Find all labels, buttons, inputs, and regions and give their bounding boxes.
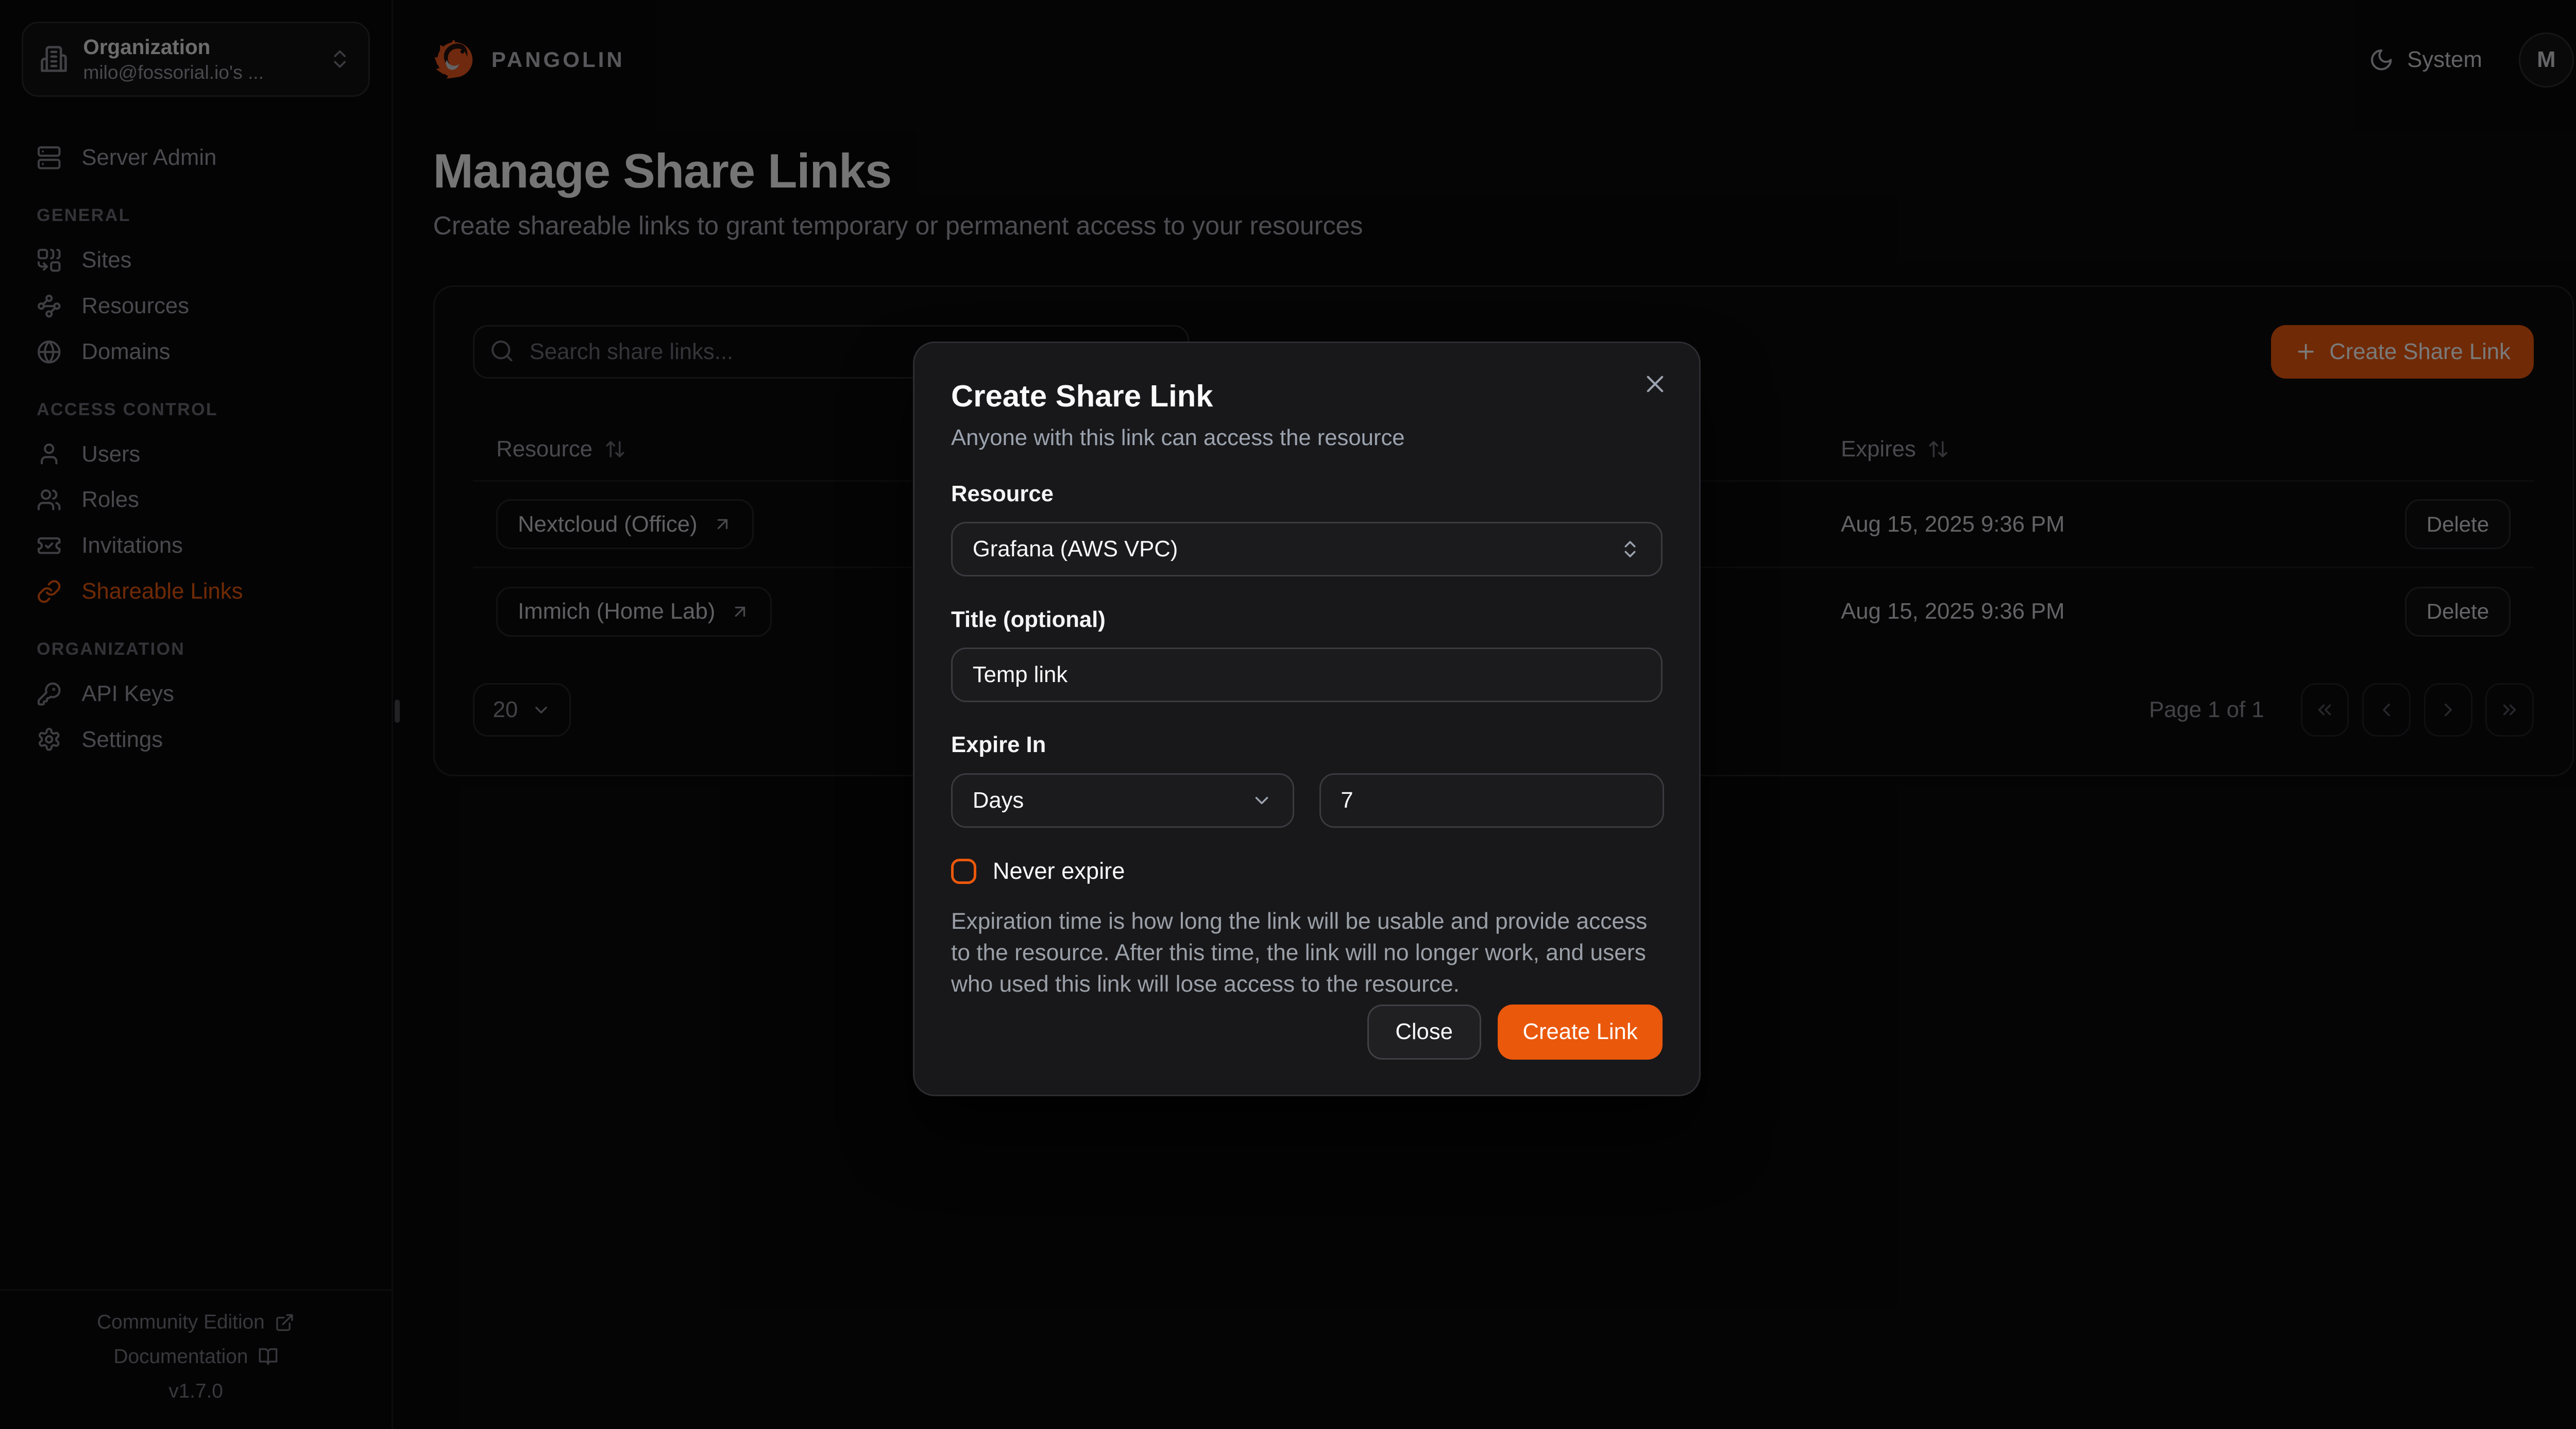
expire-in-label: Expire In bbox=[951, 732, 1663, 758]
expiration-help-text: Expiration time is how long the link wil… bbox=[951, 906, 1663, 1000]
expire-value-input[interactable] bbox=[1319, 773, 1664, 828]
expire-unit-value: Days bbox=[973, 788, 1024, 813]
chevrons-up-down-icon bbox=[1619, 538, 1641, 560]
title-label: Title (optional) bbox=[951, 607, 1663, 633]
close-button[interactable]: Close bbox=[1367, 1005, 1481, 1060]
resource-select-value: Grafana (AWS VPC) bbox=[973, 536, 1178, 562]
create-link-button[interactable]: Create Link bbox=[1498, 1005, 1663, 1060]
modal-subtitle: Anyone with this link can access the res… bbox=[951, 425, 1663, 451]
expire-unit-select[interactable]: Days bbox=[951, 773, 1294, 828]
resource-select[interactable]: Grafana (AWS VPC) bbox=[951, 522, 1663, 577]
chevron-down-icon bbox=[1251, 790, 1273, 811]
expire-field-group: Expire In Days bbox=[951, 732, 1663, 828]
modal-actions: Close Create Link bbox=[951, 1005, 1663, 1060]
title-input[interactable] bbox=[951, 648, 1663, 703]
resource-field-group: Resource Grafana (AWS VPC) bbox=[951, 481, 1663, 577]
resource-label: Resource bbox=[951, 481, 1663, 507]
create-share-link-modal: Create Share Link Anyone with this link … bbox=[913, 342, 1701, 1096]
modal-title: Create Share Link bbox=[951, 378, 1663, 414]
never-expire-label: Never expire bbox=[993, 858, 1125, 884]
never-expire-row: Never expire bbox=[951, 858, 1663, 884]
app-window: Organization milo@fossorial.io's ... Ser… bbox=[0, 0, 2576, 1429]
title-field-group: Title (optional) bbox=[951, 607, 1663, 703]
never-expire-checkbox[interactable] bbox=[951, 859, 976, 884]
close-icon[interactable] bbox=[1636, 365, 1674, 403]
